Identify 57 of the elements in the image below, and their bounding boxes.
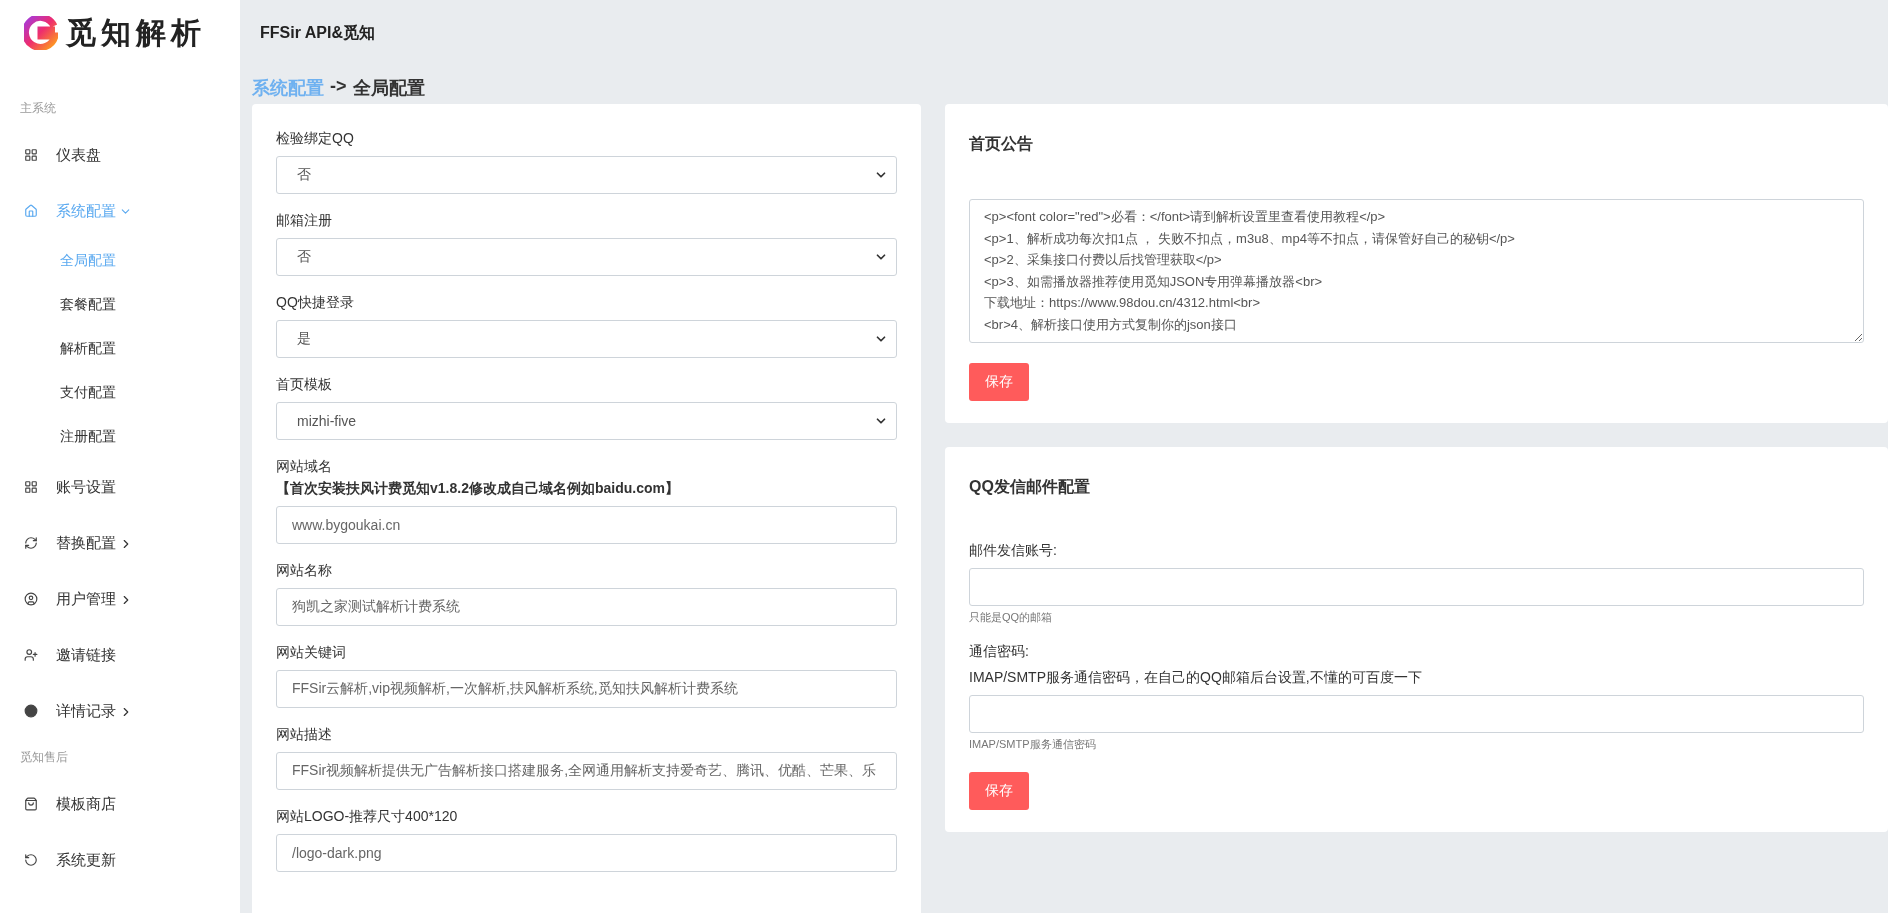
- logo-text: 觅知解析: [66, 13, 206, 52]
- input-field[interactable]: FFSir视频解析提供无广告解析接口搭建服务,全网通用解析支持爱奇艺、腾讯、优酷、芒果、乐: [276, 752, 897, 790]
- input-field[interactable]: /logo-dark.png: [276, 834, 897, 872]
- grid-icon: [24, 148, 38, 162]
- select-field[interactable]: mizhi-five: [276, 402, 897, 440]
- submenu-item[interactable]: 解析配置: [0, 327, 240, 371]
- nav-item[interactable]: 系统更新: [0, 832, 240, 888]
- breadcrumb-current: 全局配置: [352, 77, 425, 100]
- breadcrumb-separator: ->: [330, 76, 347, 98]
- select-field[interactable]: 否: [276, 238, 897, 276]
- field-label: 邮箱注册: [276, 212, 333, 230]
- submenu-item[interactable]: 套餐配置: [0, 283, 240, 327]
- input-field[interactable]: FFSir云解析,vip视频解析,一次解析,扶风解析系统,觅知扶风解析计费系统: [276, 670, 897, 708]
- section-title: 主系统: [19, 100, 57, 117]
- help-text: IMAP/SMTP服务通信密码: [969, 737, 1097, 752]
- select-field[interactable]: 否: [276, 156, 897, 194]
- header-title: FFSir API&觅知: [260, 22, 375, 43]
- card-title: QQ发信邮件配置: [969, 477, 1091, 497]
- refresh-icon: [24, 536, 38, 550]
- input-field[interactable]: 狗凯之家测试解析计费系统: [276, 588, 897, 626]
- field-label: 通信密码:: [969, 643, 1030, 661]
- input-field[interactable]: [969, 695, 1864, 733]
- section-title: 觅知售后: [19, 749, 69, 766]
- field-label: 网站描述: [276, 726, 333, 744]
- field-note: 【首次安装扶风计费觅知v1.8.2修改成自己域名例如baidu.com】: [276, 480, 680, 498]
- nav-item[interactable]: 模板商店: [0, 776, 240, 832]
- submenu-item[interactable]: 注册配置: [0, 415, 240, 459]
- home-icon: [24, 204, 38, 218]
- select-field[interactable]: 是: [276, 320, 897, 358]
- field-label: 网站域名: [276, 458, 333, 476]
- nav-item[interactable]: 账号设置: [0, 459, 240, 515]
- input-field[interactable]: [969, 568, 1864, 606]
- logo-icon: [24, 16, 58, 50]
- grid-icon: [24, 480, 38, 494]
- nav-item[interactable]: 详情记录: [0, 683, 240, 739]
- submenu-item[interactable]: 支付配置: [0, 371, 240, 415]
- card-title: 首页公告: [969, 134, 1034, 154]
- field-label: 邮件发信账号:: [969, 542, 1058, 560]
- nav-item[interactable]: 仪表盘: [0, 127, 240, 183]
- history-icon: [24, 853, 38, 867]
- input-field[interactable]: www.bygoukai.cn: [276, 506, 897, 544]
- field-label: 网站LOGO-推荐尺寸400*120: [276, 808, 459, 826]
- field-label: 网站名称: [276, 562, 333, 580]
- field-note: IMAP/SMTP服务通信密码，在自己的QQ邮箱后台设置,不懂的可百度一下: [969, 669, 1423, 687]
- field-label: QQ快捷登录: [276, 294, 355, 312]
- bag-icon: [24, 797, 38, 811]
- help-text: 只能是QQ的邮箱: [969, 610, 1054, 625]
- field-label: 检验绑定QQ: [276, 130, 355, 148]
- notice-textarea[interactable]: <p><font color="red">必看：</font>请到解析设置里查看使用教程</p> <p>1、解析成功每次扣1点 ， 失败不扣点，m3u8、mp4等不扣点，请保管好自己的秘钥</p> <p>2、采集接口付费以后找管理获取</p> <p>3、如需播放器推荐使用觅知JSON专用弹幕播放器<br> 下载地址：https://www.98dou.cn/4312.html<br> <br>4、解析接口使用方式复制你的json接口: [969, 199, 1864, 343]
- dot-icon: [24, 704, 38, 718]
- nav-item[interactable]: 替换配置: [0, 515, 240, 571]
- field-label: 首页模板: [276, 376, 333, 394]
- add-users-icon: [24, 648, 38, 662]
- nav-item[interactable]: 用户管理: [0, 571, 240, 627]
- field-label: 网站关键词: [276, 644, 347, 662]
- user-icon: [24, 592, 38, 606]
- nav-item[interactable]: 邀请链接: [0, 627, 240, 683]
